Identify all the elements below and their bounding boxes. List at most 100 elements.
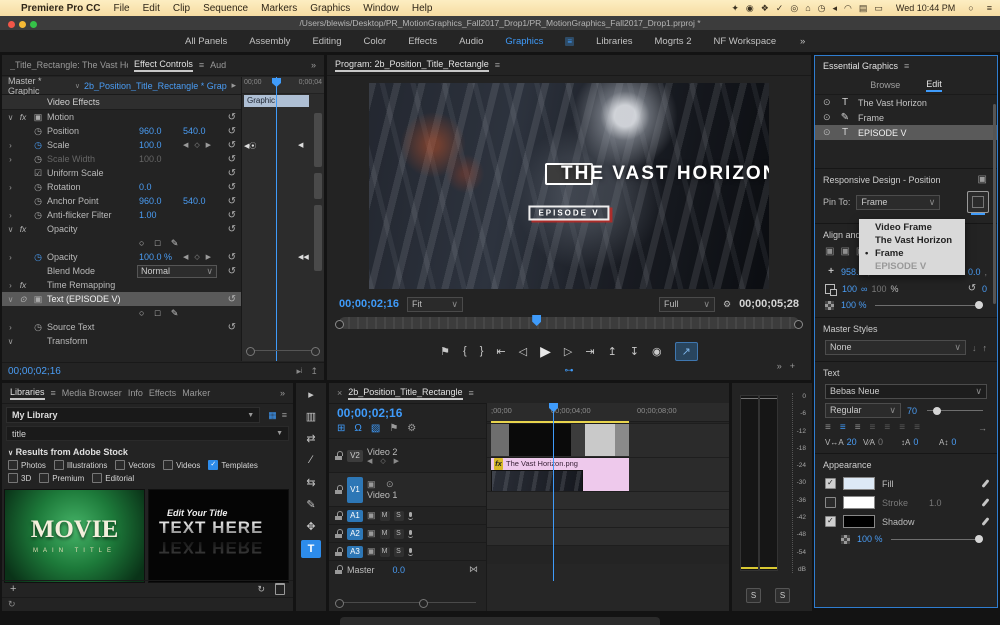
- track-target-a2[interactable]: A2: [347, 528, 363, 540]
- reset-icon[interactable]: ↺: [228, 168, 236, 179]
- reset-icon[interactable]: ↺: [228, 112, 236, 123]
- export-icon[interactable]: ↥: [310, 366, 318, 377]
- effect-parameter-row[interactable]: ∨ Transform: [2, 334, 242, 348]
- tab-overflow-icon[interactable]: »: [311, 60, 316, 70]
- align-right-icon[interactable]: ≡: [855, 422, 861, 433]
- status-icon[interactable]: ⌂: [805, 3, 810, 13]
- transport-button[interactable]: ↗: [675, 342, 698, 361]
- timeline-clip-v1[interactable]: fxThe Vast Horizon.png: [491, 458, 629, 491]
- effect-parameter-row[interactable]: ∨ ⊙ ▣ Text (EPISODE V) ↺: [2, 292, 242, 306]
- leading-value[interactable]: 0: [913, 437, 918, 447]
- stock-filter-checkbox[interactable]: 3D: [8, 473, 31, 483]
- effect-parameter-row[interactable]: ◷ Anchor Point 960.0 540.0 ↺: [2, 194, 242, 208]
- push-style-icon[interactable]: ↓: [972, 343, 977, 353]
- track-header-a2[interactable]: A2 ▣ M S: [329, 524, 486, 542]
- stock-template-movie-thumbnail[interactable]: MOVIE MAIN TITLE: [4, 489, 145, 583]
- reset-icon[interactable]: ↺: [228, 126, 236, 137]
- effect-parameter-row[interactable]: Blend Mode Normal ↺: [2, 264, 242, 278]
- audio-tab[interactable]: Aud: [210, 60, 226, 70]
- reset-icon[interactable]: ↺: [228, 322, 236, 333]
- twirl-icon[interactable]: ∨: [6, 337, 15, 346]
- baseline-value[interactable]: 0: [951, 437, 956, 447]
- stock-results-header[interactable]: ∨ Results from Adobe Stock: [8, 447, 287, 457]
- kerning-value[interactable]: 0: [878, 437, 883, 447]
- tool-button[interactable]: T: [301, 540, 321, 558]
- effect-parameter-row[interactable]: ○ □ ✎: [2, 306, 242, 320]
- close-sequence-icon[interactable]: ×: [337, 388, 342, 398]
- checkbox-icon[interactable]: [208, 460, 218, 470]
- scrollbar[interactable]: [314, 205, 322, 271]
- tab-overflow-icon[interactable]: »: [280, 388, 285, 398]
- parameter-value[interactable]: 100.0: [139, 140, 181, 150]
- source-monitor-tab[interactable]: _Title_Rectangle: The Vast Horizon.png: …: [10, 60, 128, 70]
- stopwatch-icon[interactable]: ◷: [31, 322, 45, 333]
- twirl-icon[interactable]: ›: [6, 155, 15, 164]
- pin-to-select[interactable]: Frame: [856, 195, 940, 210]
- track-header-master[interactable]: Master 0.0 ⋈: [329, 560, 486, 578]
- effect-parameter-row[interactable]: ◷ Position 960.0 540.0 ↺: [2, 124, 242, 138]
- workspace-all-panels[interactable]: All Panels: [185, 36, 227, 47]
- zoom-level-select[interactable]: Fit: [407, 297, 463, 312]
- timeline-ruler[interactable]: ;00;00 00;00;04;00 00;00;08;00: [487, 403, 729, 422]
- transport-button[interactable]: ◉: [652, 345, 662, 358]
- solo-button[interactable]: S: [394, 529, 404, 539]
- snap-icon[interactable]: Ω: [354, 423, 361, 434]
- fill-checkbox[interactable]: [825, 478, 836, 489]
- effect-controls-mini-timeline[interactable]: 00;000;00;04 Graphic ◀⦿ ◀ ◀◀: [241, 77, 324, 361]
- eyedropper-icon[interactable]: [981, 517, 989, 526]
- libraries-tab[interactable]: Libraries: [10, 387, 45, 400]
- track-header-a3[interactable]: A3 ▣ M S: [329, 542, 486, 560]
- sync-status-icon[interactable]: ↻: [257, 584, 265, 595]
- link-scale-icon[interactable]: ∞: [861, 284, 867, 294]
- layer-name[interactable]: Frame: [858, 113, 884, 123]
- timeline-zoom-scrollbar[interactable]: [335, 600, 476, 605]
- status-icon[interactable]: ◷: [818, 3, 826, 13]
- eyedropper-icon[interactable]: [981, 498, 989, 507]
- parameter-value-2[interactable]: 540.0: [183, 126, 225, 136]
- menu-edit[interactable]: Edit: [143, 3, 160, 14]
- menu-graphics[interactable]: Graphics: [310, 3, 350, 14]
- stopwatch-icon[interactable]: ▣: [31, 112, 45, 123]
- mute-button[interactable]: M: [380, 529, 390, 539]
- opacity-value[interactable]: 100 %: [841, 300, 867, 310]
- scrollbar[interactable]: [314, 173, 322, 199]
- fx-badge-icon[interactable]: fx: [17, 224, 29, 234]
- layer-name[interactable]: EPISODE V: [858, 128, 907, 138]
- settings-wrench-icon[interactable]: ⚙: [723, 299, 731, 310]
- justify-icon[interactable]: ≡: [899, 422, 905, 433]
- workspace-graphics[interactable]: Graphics: [505, 36, 543, 47]
- blend-mode-select[interactable]: Normal: [137, 265, 217, 278]
- checkbox-icon[interactable]: [92, 473, 102, 483]
- stock-filter-checkbox[interactable]: Premium: [39, 473, 84, 483]
- pin-to-dropdown-menu[interactable]: Video Frame The Vast Horizon Frame EPISO…: [859, 219, 965, 275]
- pull-style-icon[interactable]: ↑: [983, 343, 988, 353]
- workspace-audio[interactable]: Audio: [459, 36, 483, 47]
- status-icon[interactable]: ◎: [790, 3, 798, 13]
- fx-badge-icon[interactable]: ⊙: [17, 294, 29, 305]
- panel-menu-icon[interactable]: ≡: [904, 61, 909, 71]
- status-icon[interactable]: ❖: [761, 3, 769, 13]
- voiceover-mic-icon[interactable]: [408, 512, 413, 520]
- status-icon[interactable]: ◠: [844, 3, 852, 13]
- effect-parameter-row[interactable]: › fx Time Remapping: [2, 278, 242, 292]
- workspace-overflow-icon[interactable]: »: [800, 36, 805, 47]
- fx-badge-icon[interactable]: fx: [17, 280, 29, 290]
- twirl-icon[interactable]: ›: [6, 183, 15, 192]
- effect-parameter-row[interactable]: › ◷ Anti-flicker Filter 1.00 ↺: [2, 208, 242, 222]
- panel-menu-icon[interactable]: ≡: [51, 388, 56, 398]
- stock-filter-checkbox[interactable]: Vectors: [115, 460, 155, 470]
- stopwatch-icon[interactable]: ◷: [31, 252, 45, 263]
- program-playhead[interactable]: [532, 315, 541, 326]
- twirl-icon[interactable]: ∨: [6, 295, 15, 304]
- menu-file[interactable]: File: [113, 3, 129, 14]
- track-target-v2[interactable]: V2: [347, 450, 363, 462]
- effect-controls-tab[interactable]: Effect Controls: [134, 59, 193, 72]
- master-gain-value[interactable]: 0.0: [393, 565, 406, 575]
- track-target-a3[interactable]: A3: [347, 546, 363, 558]
- stock-template-text-thumbnail[interactable]: Edit Your Title TEXT HERE TEXT HERE: [148, 489, 289, 583]
- checkbox-icon[interactable]: [54, 460, 64, 470]
- text-direction-icon[interactable]: →: [978, 423, 987, 433]
- status-icon[interactable]: ◂: [833, 3, 838, 13]
- timeline-lanes[interactable]: ;00;00 00;00;04;00 00;00;08;00 fxThe Vas…: [486, 403, 729, 611]
- twirl-icon[interactable]: ›: [6, 211, 15, 220]
